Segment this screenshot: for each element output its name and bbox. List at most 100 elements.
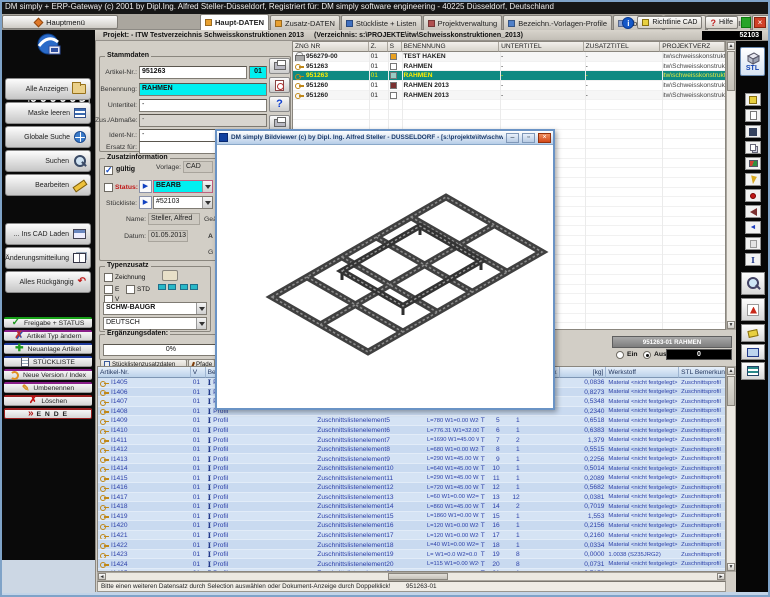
neuanlage-artikel-button[interactable]: ✚ Neuanlage Artikel: [4, 343, 92, 354]
alle-anzeigen-button[interactable]: Alle Anzeigen: [5, 78, 91, 100]
tab-zusatz-daten[interactable]: Zusatz-DATEN: [270, 15, 340, 30]
column-header[interactable]: PROJEKTVERZ: [660, 42, 725, 52]
column-header[interactable]: Artikel-Nr.: [98, 367, 191, 378]
parts-table-scrollbar[interactable]: ▲ ▼: [726, 366, 736, 572]
tab-stueckliste[interactable]: Stückliste + Listen: [340, 15, 422, 30]
viewer-titlebar[interactable]: DM simply Bildviewer (c) by Dipl. Ing. A…: [217, 131, 553, 145]
status-goto-button[interactable]: [139, 180, 152, 193]
table-row[interactable]: I1418 01 I Profil Zuschnittslistenelement14 L…: [98, 502, 725, 512]
table-row[interactable]: 951260 01 RAHMEN 2013- - itw\Schweisskonstru…: [293, 90, 725, 101]
std-checkbox[interactable]: [126, 285, 135, 294]
gray-doc-button[interactable]: [745, 237, 761, 250]
freigabe-status-button[interactable]: ✓ Freigabe + STATUS: [4, 317, 92, 328]
tab-haupt-daten[interactable]: Haupt-DATEN: [200, 14, 270, 30]
help-button[interactable]: Hilfe: [705, 16, 738, 29]
artikel-nr-field[interactable]: 951263: [139, 66, 247, 79]
untertitel-field[interactable]: -: [139, 99, 267, 112]
table-row[interactable]: I1419 01 I Profil Zuschnittslistenelement15 L…: [98, 511, 725, 522]
benennung-field[interactable]: RAHMEN: [139, 83, 267, 96]
profile-button[interactable]: I: [745, 253, 761, 266]
neue-version-button[interactable]: Neue Version / Index: [4, 369, 92, 380]
column-header[interactable]: Z.: [368, 42, 388, 52]
chevron-down-icon[interactable]: [202, 197, 212, 208]
viewer-maximize-button[interactable]: ▫: [522, 132, 535, 143]
column-header[interactable]: BENENNUNG: [401, 42, 500, 52]
hauptmenu-button[interactable]: Hauptmenü: [2, 15, 118, 29]
column-header[interactable]: S: [387, 42, 402, 52]
stl-button[interactable]: STL: [740, 47, 765, 76]
color-swatch-button[interactable]: [162, 270, 178, 281]
quick-action-button[interactable]: [745, 173, 761, 186]
status-checkbox[interactable]: [104, 183, 113, 192]
column-header[interactable]: [kg]: [559, 367, 607, 378]
table-row[interactable]: I1417 01 I Profil Zuschnittslistenelement13 L…: [98, 492, 725, 503]
export-doc-button[interactable]: [745, 93, 761, 106]
viewer-close-button[interactable]: ×: [538, 132, 551, 143]
tab-projektverwaltung[interactable]: Projektverwaltung: [422, 15, 503, 30]
print-button[interactable]: [269, 58, 290, 74]
minimize-button[interactable]: [741, 17, 751, 28]
viewer-canvas[interactable]: [217, 145, 553, 408]
table-row[interactable]: 951260 01 RAHMEN 2013- - itw\Schweisskonstru…: [293, 81, 725, 91]
help-info-button[interactable]: ?: [269, 96, 290, 112]
artikel-index-field[interactable]: 01: [249, 66, 267, 79]
table-row[interactable]: I1421 01 I Profil Zuschnittslistenelement17 L…: [98, 530, 725, 541]
aus-radio[interactable]: [643, 351, 651, 359]
table-row[interactable]: I1420 01 I Profil Zuschnittslistenelement16 L…: [98, 521, 725, 531]
table-row[interactable]: I1424 01 I Profil Zuschnittslistenelement20 L…: [98, 559, 725, 569]
ein-radio[interactable]: [616, 351, 624, 359]
table-row[interactable]: I1414 01 I Profil Zuschnittslistenelement10 L…: [98, 463, 725, 474]
status-combo[interactable]: BEARB: [153, 180, 213, 193]
pdf-button[interactable]: [741, 298, 765, 321]
table-row[interactable]: I1410 01 I Profil Zuschnittslistenelement6 L=…: [98, 425, 725, 436]
audio-button[interactable]: [745, 205, 761, 218]
artikel-typ-aendern-button[interactable]: ✗ Artikel Typ ändern: [4, 330, 92, 341]
table-row[interactable]: I1423 01 I Profil Zuschnittslistenelement19 L…: [98, 549, 725, 560]
alles-rueckgaengig-button[interactable]: Alles Rückgängig ↶: [5, 271, 91, 293]
chevron-down-icon[interactable]: [202, 181, 212, 192]
table-row[interactable]: I1416 01 I Profil Zuschnittslistenelement12 L…: [98, 483, 725, 493]
tag-button[interactable]: [741, 324, 765, 342]
stueckliste-combo[interactable]: #52103: [153, 196, 213, 209]
globale-suche-button[interactable]: Globale Suche: [5, 126, 91, 148]
info-icon[interactable]: [622, 16, 635, 29]
maske-leeren-button[interactable]: Maske leeren: [5, 102, 91, 124]
suchen-button[interactable]: Suchen: [5, 150, 91, 172]
forward-button[interactable]: ◄: [745, 221, 761, 234]
ins-cad-laden-button[interactable]: ... Ins CAD Laden: [5, 223, 91, 245]
table-row[interactable]: 95126301RAHMEN--itw\schweisskonstrukti..…: [293, 71, 725, 82]
column-header[interactable]: UNTERTITEL: [499, 42, 584, 52]
save-button[interactable]: [745, 125, 761, 138]
sprache-combo[interactable]: DEUTSCH: [103, 317, 207, 330]
stueckliste-button[interactable]: STÜCKLISTE: [4, 356, 92, 367]
table-row[interactable]: I1415 01 I Profil Zuschnittslistenelement11 L…: [98, 473, 725, 484]
chevron-down-icon[interactable]: [196, 303, 206, 314]
column-header[interactable]: V: [190, 367, 206, 378]
zeichnung-checkbox[interactable]: [104, 273, 113, 282]
record-button[interactable]: [745, 189, 761, 202]
column-header[interactable]: Werkstoff: [606, 367, 680, 378]
column-header[interactable]: STL Bemerkung: [679, 367, 725, 378]
column-header[interactable]: ZUSATZTITEL: [583, 42, 661, 52]
typ-combo[interactable]: SCHW-BAUGR: [103, 302, 207, 315]
new-doc-button[interactable]: [745, 109, 761, 122]
table-row[interactable]: 956279-00 01 TEST HAKEN - - itw\schweisskonst…: [293, 52, 725, 62]
loeschen-button[interactable]: ✗ Löschen: [4, 395, 92, 406]
gueltig-checkbox[interactable]: [104, 165, 113, 176]
richtlinie-cad-button[interactable]: Richtlinie CAD: [637, 16, 703, 29]
stueckliste-goto-button[interactable]: [139, 196, 152, 209]
aenderungsmitteilung-button[interactable]: Änderungsmitteilung: [5, 247, 91, 269]
table-row[interactable]: I1411 01 I Profil Zuschnittslistenelement7 L=…: [98, 435, 725, 445]
ende-button[interactable]: » E N D E: [4, 408, 92, 419]
column-header[interactable]: ZNG NR: [293, 42, 369, 52]
document-preview-button[interactable]: [269, 77, 290, 93]
table-row[interactable]: I1412 01 I Profil Zuschnittslistenelement8 L=…: [98, 444, 725, 455]
tab-bezeichn-vorlagen[interactable]: Bezeichn.-Vorlagen-Profile: [503, 15, 612, 30]
table-row[interactable]: I1413 01 I Profil Zuschnittslistenelement9 L=…: [98, 454, 725, 464]
e-checkbox[interactable]: [104, 285, 113, 294]
viewer-minimize-button[interactable]: –: [506, 132, 519, 143]
table-row[interactable]: I1422 01 I Profil Zuschnittslistenelement18 L…: [98, 540, 725, 550]
copy-button[interactable]: [745, 141, 761, 154]
bearbeiten-button[interactable]: Bearbeiten: [5, 174, 91, 196]
table-row[interactable]: I1409 01 I Profil Zuschnittslistenelement5 L=…: [98, 416, 725, 426]
